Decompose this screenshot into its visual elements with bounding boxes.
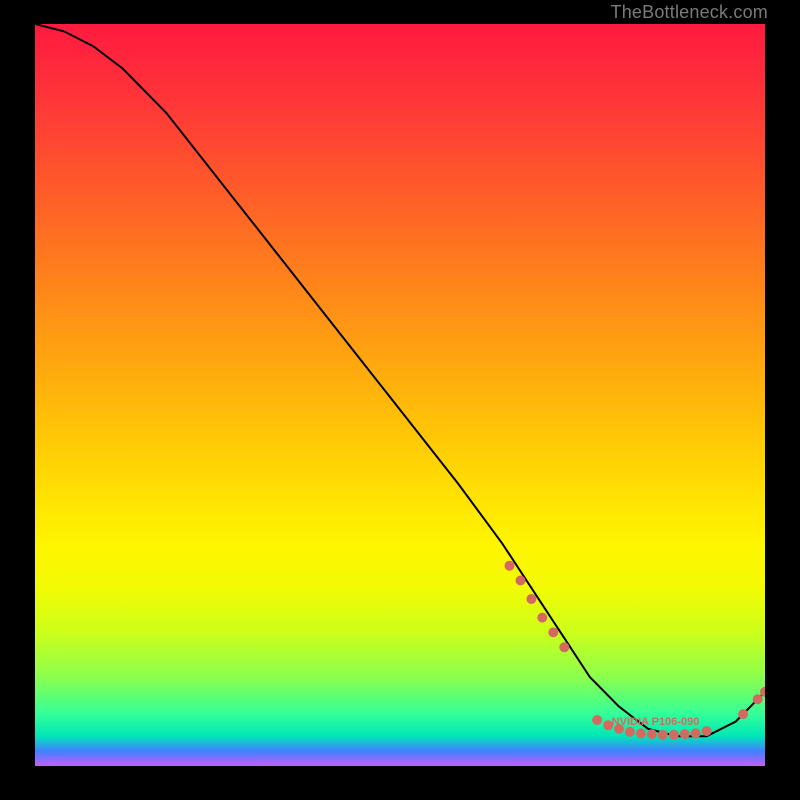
data-point [592,715,602,725]
data-point [702,726,712,736]
chart-svg: NVIDIA P106-090 [35,24,765,766]
data-point [691,728,701,738]
data-point [680,729,690,739]
data-point [669,730,679,740]
data-point [516,576,526,586]
data-point [526,594,536,604]
series-curve [35,24,765,736]
plot-area: NVIDIA P106-090 [35,24,765,766]
chart-root: TheBottleneck.com NVIDIA P106-090 [0,0,800,800]
data-point [753,694,763,704]
data-point [738,709,748,719]
data-point [505,561,515,571]
data-point [559,642,569,652]
data-point [537,613,547,623]
data-point [636,728,646,738]
data-point [548,627,558,637]
annotation-label: NVIDIA P106-090 [612,716,700,728]
data-point [647,729,657,739]
data-point [625,727,635,737]
data-point [658,730,668,740]
watermark-text: TheBottleneck.com [611,2,768,23]
marker-layer [505,561,766,740]
